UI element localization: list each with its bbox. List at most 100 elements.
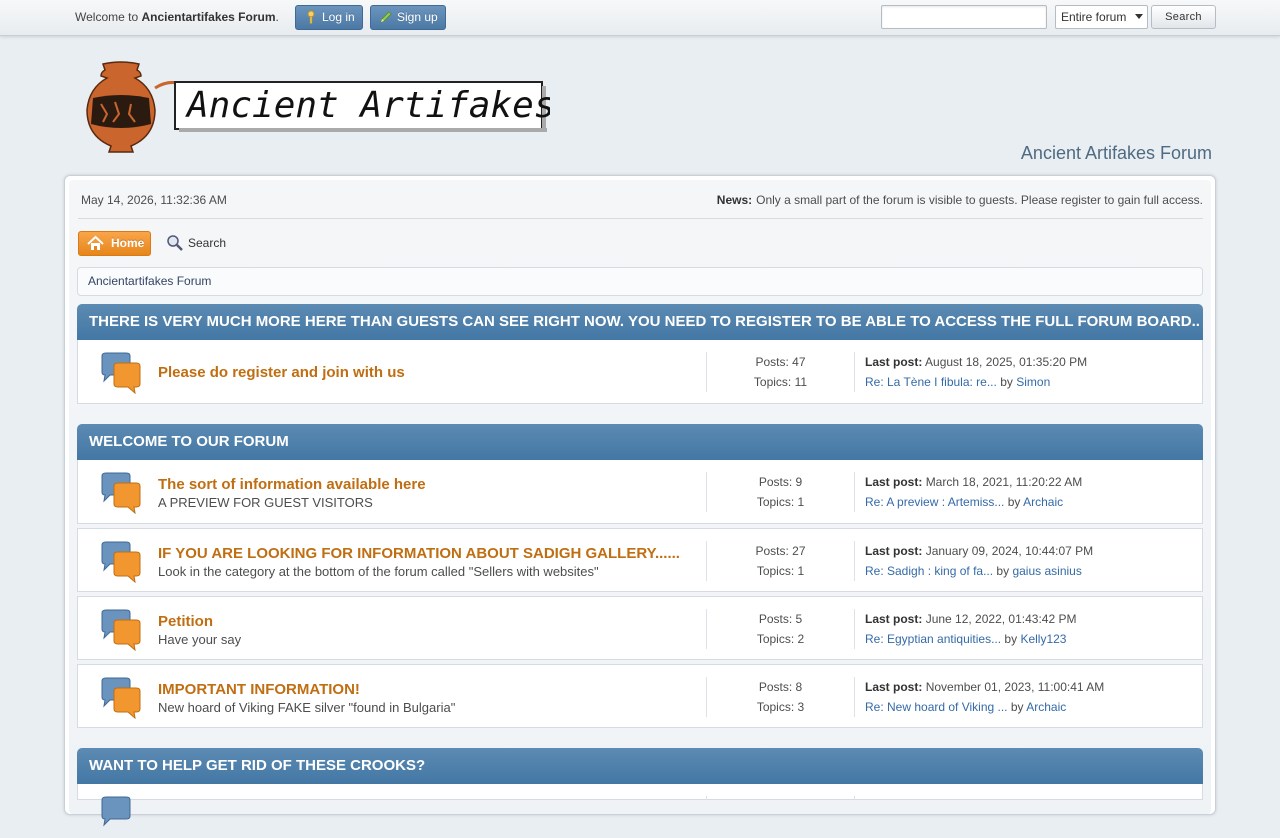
board-title[interactable]: The sort of information available here: [158, 476, 426, 493]
board-posts: Posts: 47: [755, 355, 806, 369]
board-topics: Topics: 11: [753, 375, 808, 389]
board-row: Please do register and join with us Post…: [77, 340, 1203, 404]
board-row: IMPORTANT INFORMATION! New hoard of Viki…: [77, 664, 1203, 728]
board-title[interactable]: Please do register and join with us: [158, 364, 405, 381]
board-posts: Posts: 9: [758, 475, 803, 489]
board-row: [77, 784, 1203, 827]
nav-search-link[interactable]: Search: [166, 234, 226, 254]
board-last-post: Last post: November 01, 2023, 11:00:41 A…: [865, 677, 1104, 717]
last-post-user-link[interactable]: Kelly123: [1020, 632, 1066, 646]
last-post-date: June 12, 2022, 01:43:42 PM: [925, 612, 1077, 626]
last-post-label: Last post:: [865, 355, 923, 369]
last-post-topic-link[interactable]: Re: Egyptian antiquities...: [865, 632, 1001, 646]
last-post-label: Last post:: [865, 544, 923, 558]
board-last-post: Last post: June 12, 2022, 01:43:42 PM Re…: [865, 609, 1076, 649]
search-input[interactable]: [881, 5, 1047, 29]
last-post-topic-link[interactable]: Re: Sadigh : king of fa...: [865, 564, 993, 578]
home-icon: [87, 235, 104, 250]
category-header[interactable]: WANT TO HELP GET RID OF THESE CROOKS?: [77, 748, 1203, 784]
board-row: The sort of information available here A…: [77, 460, 1203, 524]
last-post-label: Last post:: [865, 475, 923, 489]
news-text: Only a small part of the forum is visibl…: [756, 193, 1203, 207]
breadcrumb: Ancientartifakes Forum: [77, 267, 1203, 296]
last-post-topic-link[interactable]: Re: New hoard of Viking ...: [865, 700, 1008, 714]
board-row: IF YOU ARE LOOKING FOR INFORMATION ABOUT…: [77, 528, 1203, 592]
board-description: New hoard of Viking FAKE silver "found i…: [158, 700, 456, 715]
board-topics: Topics: 1: [756, 495, 805, 509]
welcome-forum-name: Ancientartifakes Forum: [141, 10, 276, 24]
pencil-icon: [380, 11, 392, 23]
board-stats: [706, 796, 855, 800]
board-last-post: Last post: January 09, 2024, 10:44:07 PM…: [865, 541, 1093, 581]
news-bar: News: Only a small part of the forum is v…: [717, 193, 1203, 207]
board-description: A PREVIEW FOR GUEST VISITORS: [158, 495, 373, 510]
chat-bubbles-icon: [101, 609, 141, 651]
forum-logo[interactable]: Ancient Artifakes: [75, 58, 550, 158]
key-icon: [307, 10, 315, 24]
forum-name: Ancient Artifakes Forum: [1020, 143, 1212, 163]
last-post-date: August 18, 2025, 01:35:20 PM: [925, 355, 1088, 369]
top-bar: Welcome to Ancientartifakes Forum. Log i…: [0, 0, 1280, 36]
logo-text: Ancient Artifakes: [185, 85, 550, 126]
breadcrumb-link[interactable]: Ancientartifakes Forum: [88, 274, 211, 288]
board-posts: Posts: 27: [755, 544, 806, 558]
last-post-topic-link[interactable]: Re: La Tène I fibula: re...: [865, 375, 997, 389]
nav-home-button[interactable]: Home: [78, 231, 151, 256]
board-description: Look in the category at the bottom of th…: [158, 564, 599, 579]
search-scope-select[interactable]: Entire forum: [1055, 5, 1148, 29]
last-post-by: by: [1010, 700, 1024, 714]
last-post-user-link[interactable]: Simon: [1016, 375, 1050, 389]
last-post-date: March 18, 2021, 11:20:22 AM: [925, 475, 1083, 489]
board-stats: Posts: 47 Topics: 11: [706, 352, 855, 392]
board-title[interactable]: IF YOU ARE LOOKING FOR INFORMATION ABOUT…: [158, 545, 680, 562]
last-post-by: by: [1007, 495, 1021, 509]
signup-button[interactable]: Sign up: [370, 5, 446, 30]
search-scope-value: Entire forum: [1061, 10, 1127, 24]
board-topics: Topics: 3: [756, 700, 805, 714]
board-stats: Posts: 27 Topics: 1: [706, 541, 855, 581]
last-post-date: November 01, 2023, 11:00:41 AM: [925, 680, 1105, 694]
last-post-user-link[interactable]: Archaic: [1026, 700, 1066, 714]
board-last-post: Last post: August 18, 2025, 01:35:20 PM …: [865, 352, 1087, 392]
current-date: May 14, 2026, 11:32:36 AM: [81, 193, 227, 207]
last-post-label: Last post:: [865, 612, 923, 626]
board-stats: Posts: 8 Topics: 3: [706, 677, 855, 717]
chat-bubbles-icon: [101, 677, 141, 719]
last-post-label: Last post:: [865, 680, 923, 694]
board-topics: Topics: 2: [756, 632, 805, 646]
last-post-user-link[interactable]: gaius asinius: [1012, 564, 1081, 578]
chevron-down-icon: [1135, 14, 1143, 19]
last-post-topic-link[interactable]: Re: A preview : Artemiss...: [865, 495, 1004, 509]
board-stats: Posts: 5 Topics: 2: [706, 609, 855, 649]
category-header[interactable]: WELCOME TO OUR FORUM: [77, 424, 1203, 460]
signup-label: Sign up: [397, 10, 438, 24]
board-title[interactable]: IMPORTANT INFORMATION!: [158, 681, 360, 698]
board-stats: Posts: 9 Topics: 1: [706, 472, 855, 512]
category-header[interactable]: THERE IS VERY MUCH MORE HERE THAN GUESTS…: [77, 304, 1203, 340]
board-topics: Topics: 1: [756, 564, 805, 578]
magnifier-icon: [167, 235, 183, 251]
login-button[interactable]: Log in: [295, 5, 363, 30]
nav-search-label: Search: [188, 236, 227, 250]
last-post-user-link[interactable]: Archaic: [1023, 495, 1063, 509]
login-label: Log in: [322, 10, 355, 24]
board-last-post: Last post: March 18, 2021, 11:20:22 AM R…: [865, 472, 1082, 512]
board-posts: Posts: 8: [758, 680, 803, 694]
board-posts: Posts: 5: [758, 612, 803, 626]
news-label: News:: [716, 193, 753, 207]
chat-bubbles-icon: [101, 472, 141, 514]
last-post-by: by: [1004, 632, 1018, 646]
divider: [78, 218, 1203, 219]
last-post-by: by: [1000, 375, 1013, 389]
board-description: Have your say: [158, 632, 242, 647]
board-title[interactable]: Petition: [158, 613, 213, 630]
chat-bubbles-icon: [101, 796, 131, 827]
nav-home-label: Home: [111, 236, 145, 250]
welcome-prefix: Welcome to: [75, 10, 142, 24]
chat-bubbles-icon: [101, 352, 141, 394]
board-row: Petition Have your say Posts: 5 Topics: 2…: [77, 596, 1203, 660]
welcome-text: Welcome to Ancientartifakes Forum.: [75, 10, 279, 24]
last-post-date: January 09, 2024, 10:44:07 PM: [925, 544, 1094, 558]
search-button[interactable]: Search: [1151, 5, 1216, 29]
welcome-suffix: .: [275, 10, 279, 24]
